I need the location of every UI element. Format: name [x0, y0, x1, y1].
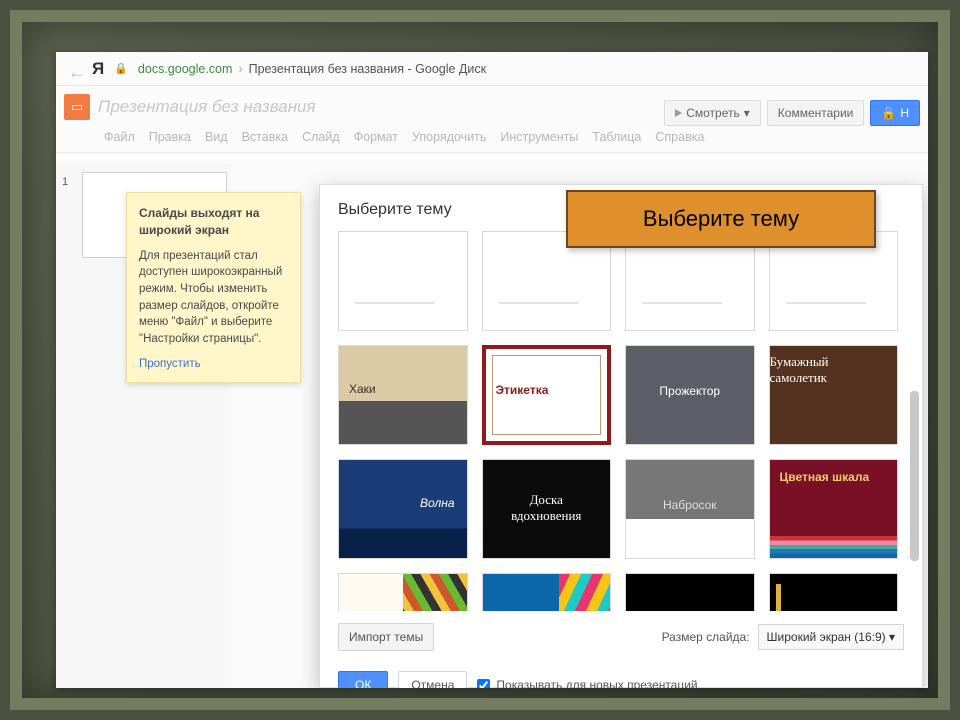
present-button[interactable]: Смотреть▾	[664, 100, 761, 126]
menu-insert[interactable]: Вставка	[242, 130, 288, 144]
theme-inspiration-board[interactable]: Доска вдохновения	[482, 459, 612, 559]
menu-format[interactable]: Формат	[354, 130, 398, 144]
chevron-down-icon: ▾	[889, 630, 895, 644]
back-icon[interactable]: ←	[68, 62, 82, 76]
yandex-logo: Я	[92, 59, 104, 79]
slide-size-select[interactable]: Широкий экран (16:9) ▾	[758, 624, 904, 650]
show-for-new-checkbox[interactable]: Показывать для новых презентаций	[477, 678, 697, 688]
theme-wave[interactable]: Волна	[338, 459, 468, 559]
slide-size-label: Размер слайда:	[662, 630, 750, 644]
theme-projector[interactable]: Прожектор	[625, 345, 755, 445]
tip-body: Для презентаций стал доступен широкоэкра…	[139, 248, 288, 348]
browser-bar: ← Я 🔒 docs.google.com › Презентация без …	[56, 52, 928, 86]
comments-button[interactable]: Комментарии	[767, 100, 865, 126]
theme-sketch[interactable]: Набросок	[625, 459, 755, 559]
tip-heading: Слайды выходят на широкий экран	[139, 205, 288, 240]
page-title: Презентация без названия - Google Диск	[249, 62, 487, 76]
import-theme-button[interactable]: Импорт темы	[338, 623, 434, 651]
theme-blank-1[interactable]	[338, 231, 468, 331]
tip-skip-link[interactable]: Пропустить	[139, 356, 288, 373]
checkbox-input[interactable]	[477, 679, 490, 689]
scrollbar-thumb[interactable]	[910, 391, 919, 561]
menu-help[interactable]: Справка	[655, 130, 704, 144]
menu-edit[interactable]: Правка	[149, 130, 191, 144]
lock-icon: 🔒	[114, 62, 128, 75]
annotation-callout: Выберите тему	[566, 190, 876, 248]
chevron-right-icon: ›	[238, 62, 242, 76]
choose-theme-dialog: Выберите тему Хаки Этикетка Прожектор Бу…	[319, 184, 923, 688]
theme-grid: Хаки Этикетка Прожектор Бумажный самолет…	[338, 231, 904, 611]
theme-khaki[interactable]: Хаки	[338, 345, 468, 445]
chevron-down-icon: ▾	[744, 106, 750, 120]
theme-paper-plane[interactable]: Бумажный самолетик	[769, 345, 899, 445]
cancel-button[interactable]: Отмена	[398, 671, 467, 688]
menu-slide[interactable]: Слайд	[302, 130, 340, 144]
slide-number: 1	[62, 176, 68, 188]
theme-label[interactable]: Этикетка	[482, 345, 612, 445]
slides-app-icon: ▭	[64, 94, 90, 120]
slide-size-row: Размер слайда: Широкий экран (16:9) ▾	[662, 624, 904, 650]
menu-file[interactable]: Файл	[104, 130, 135, 144]
play-icon	[675, 109, 682, 117]
menu-bar: Файл Правка Вид Вставка Слайд Формат Упо…	[56, 128, 928, 153]
screenshot-window: ← Я 🔒 docs.google.com › Презентация без …	[56, 52, 928, 688]
theme-dark-1[interactable]	[625, 573, 755, 611]
widescreen-tip-popup: Слайды выходят на широкий экран Для през…	[126, 192, 301, 383]
dialog-footer: Импорт темы Размер слайда: Широкий экран…	[338, 623, 904, 651]
menu-view[interactable]: Вид	[205, 130, 228, 144]
dialog-actions: ОК Отмена Показывать для новых презентац…	[338, 671, 904, 688]
share-button[interactable]: 🔒 Н	[870, 100, 920, 126]
theme-chevron[interactable]	[482, 573, 612, 611]
url-domain: docs.google.com	[138, 62, 233, 76]
theme-color-scale[interactable]: Цветная шкала	[769, 459, 899, 559]
address-breadcrumb[interactable]: docs.google.com › Презентация без назван…	[138, 62, 486, 76]
menu-arrange[interactable]: Упорядочить	[412, 130, 486, 144]
menu-table[interactable]: Таблица	[592, 130, 641, 144]
document-title[interactable]: Презентация без названия	[98, 97, 316, 117]
theme-dark-2[interactable]	[769, 573, 899, 611]
ok-button[interactable]: ОК	[338, 671, 388, 688]
menu-tools[interactable]: Инструменты	[500, 130, 578, 144]
theme-western[interactable]: Вестерн	[338, 573, 468, 611]
header-actions: Смотреть▾ Комментарии 🔒 Н	[664, 100, 920, 126]
decorative-frame: MyShared ← Я 🔒 docs.google.com › Презент…	[10, 10, 950, 710]
